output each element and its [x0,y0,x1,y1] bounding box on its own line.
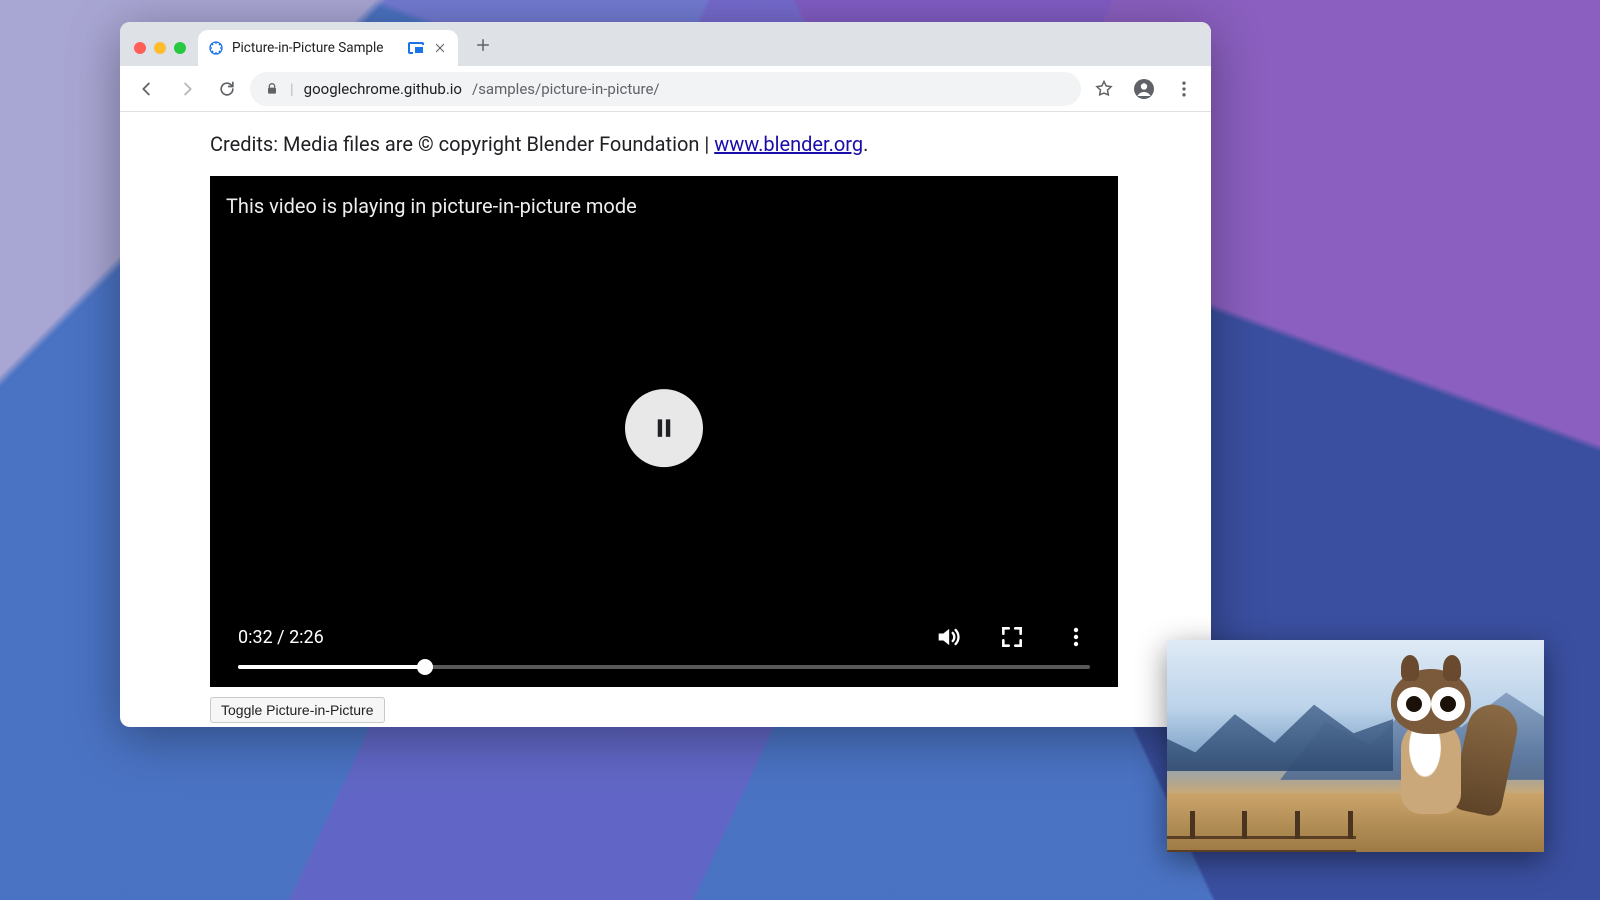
bookmark-star-button[interactable] [1087,72,1121,106]
browser-tab[interactable]: Picture-in-Picture Sample [198,30,458,66]
address-bar[interactable]: | googlechrome.github.io/samples/picture… [250,72,1081,106]
new-tab-button[interactable] [468,30,498,60]
browser-toolbar: | googlechrome.github.io/samples/picture… [120,66,1211,112]
tab-strip: Picture-in-Picture Sample [120,22,1211,66]
window-controls [128,42,194,66]
fullscreen-button[interactable] [998,623,1026,651]
tab-favicon [208,40,224,56]
window-zoom-button[interactable] [174,42,186,54]
progress-bar[interactable] [238,665,1090,669]
page-content: Credits: Media files are © copyright Ble… [120,112,1211,727]
tab-title: Picture-in-Picture Sample [232,40,400,56]
video-player[interactable]: This video is playing in picture-in-pict… [210,176,1118,687]
pause-button[interactable] [625,389,703,467]
credits-prefix: Credits: Media files are © copyright Ble… [210,132,714,156]
url-host: googlechrome.github.io [304,80,462,98]
profile-avatar-button[interactable] [1127,72,1161,106]
pip-floating-window[interactable] [1167,640,1544,852]
time-display: 0:32 / 2:26 [238,627,324,648]
credits-link[interactable]: www.blender.org [714,132,863,156]
url-path: /samples/picture-in-picture/ [472,80,660,98]
window-close-button[interactable] [134,42,146,54]
credits-line: Credits: Media files are © copyright Ble… [210,132,1121,156]
pip-overlay-text: This video is playing in picture-in-pict… [226,194,637,218]
desktop-wallpaper: Picture-in-Picture Sample [0,0,1600,900]
credits-suffix: . [863,132,868,156]
browser-window: Picture-in-Picture Sample [120,22,1211,727]
volume-icon [934,623,962,651]
fullscreen-icon [999,624,1025,650]
volume-button[interactable] [934,623,962,651]
window-minimize-button[interactable] [154,42,166,54]
nav-back-button[interactable] [130,72,164,106]
progress-fill [238,665,425,669]
toggle-pip-button[interactable]: Toggle Picture-in-Picture [210,697,385,723]
pause-icon [649,413,679,443]
progress-thumb[interactable] [417,659,433,675]
browser-menu-button[interactable] [1167,72,1201,106]
omnibox-separator: | [290,80,294,98]
video-controls: 0:32 / 2:26 [210,611,1118,687]
nav-forward-button[interactable] [170,72,204,106]
pip-indicator-icon [408,42,424,54]
pip-video-frame [1167,640,1544,852]
nav-reload-button[interactable] [210,72,244,106]
video-more-button[interactable] [1062,623,1090,651]
more-vert-icon [1064,625,1088,649]
lock-icon [264,81,280,97]
tab-close-button[interactable] [432,40,448,56]
